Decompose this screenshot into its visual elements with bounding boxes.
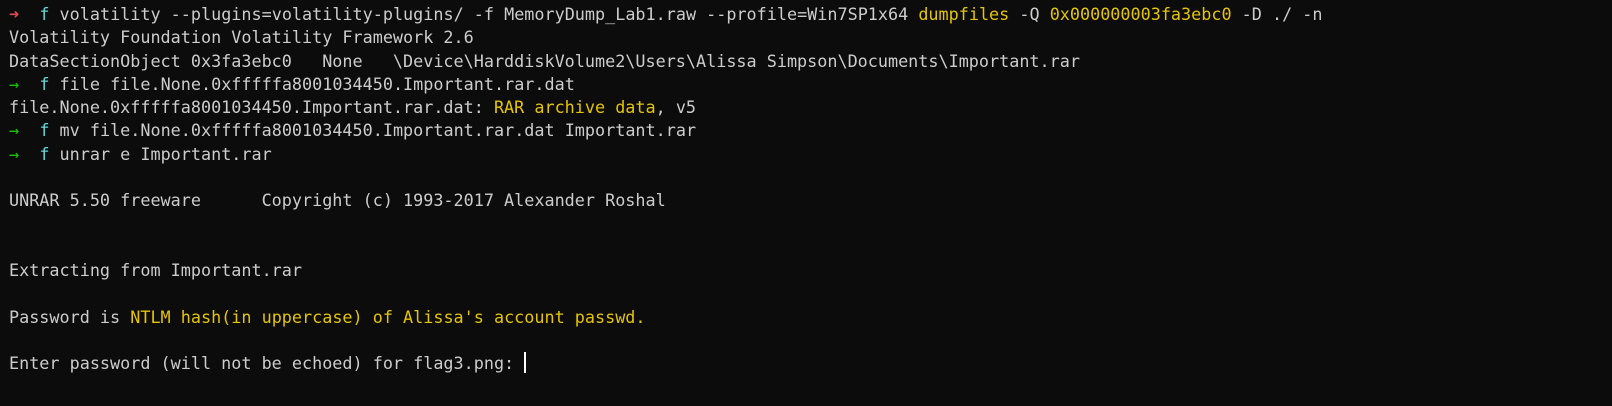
output-text: DataSectionObject 0x3fa3ebc0 None \Devic…	[9, 50, 1080, 71]
output-text: file.None.0xfffffa8001034450.Important.r…	[9, 97, 494, 118]
output-line: file.None.0xfffffa8001034450.Important.r…	[9, 96, 1604, 119]
output-line: UNRAR 5.50 freeware Copyright (c) 1993-2…	[9, 189, 1604, 212]
terminal-window[interactable]: ➜ f volatility --plugins=volatility-plug…	[0, 0, 1612, 406]
command-line: → f mv file.None.0xfffffa8001034450.Impo…	[9, 119, 1604, 142]
prompt-directory: f	[39, 143, 50, 164]
password-prompt-line: Enter password (will not be echoed) for …	[9, 352, 1604, 375]
output-text: NTLM hash(in uppercase) of Alissa's acco…	[130, 306, 646, 327]
prompt-directory: f	[39, 73, 50, 94]
output-text: Extracting from Important.rar	[9, 260, 302, 281]
text-cursor[interactable]	[524, 352, 527, 374]
output-line: DataSectionObject 0x3fa3ebc0 None \Devic…	[9, 50, 1604, 73]
command-text: 0x000000003fa3ebc0	[1049, 4, 1232, 24]
command-text: -Q	[1009, 4, 1050, 24]
prompt-directory: f	[39, 120, 50, 141]
prompt-arrow-error-icon: ➜	[9, 4, 20, 24]
output-text: UNRAR 5.50 freeware Copyright (c) 1993-2…	[9, 190, 666, 211]
command-text: volatility --plugins=volatility-plugins/…	[59, 4, 919, 24]
output-line: Extracting from Important.rar	[9, 259, 1604, 282]
prompt-arrow-icon: →	[9, 73, 20, 94]
output-text: , v5	[655, 97, 697, 118]
command-text: mv file.None.0xfffffa8001034450.Importan…	[59, 120, 697, 141]
prompt-arrow-icon: →	[9, 143, 20, 164]
prompt-arrow-icon: →	[9, 120, 20, 141]
prompt-text: Enter password (will not be echoed) for …	[9, 353, 525, 374]
output-line: Password is NTLM hash(in uppercase) of A…	[9, 306, 1604, 329]
command-line: → f file file.None.0xfffffa8001034450.Im…	[9, 73, 1604, 96]
command-text: -D ./ -n	[1231, 4, 1323, 24]
command-line: ➜ f volatility --plugins=volatility-plug…	[9, 3, 1604, 26]
output-text: Volatility Foundation Volatility Framewo…	[9, 27, 474, 48]
prompt-directory: f	[39, 4, 50, 24]
command-line: → f unrar e Important.rar	[9, 143, 1604, 166]
output-text: Password is	[9, 306, 131, 327]
command-text: dumpfiles	[918, 4, 1010, 24]
command-text: file file.None.0xfffffa8001034450.Import…	[59, 73, 575, 94]
command-text: unrar e Important.rar	[59, 143, 272, 164]
output-text: RAR archive data	[493, 97, 656, 118]
output-line: Volatility Foundation Volatility Framewo…	[9, 26, 1604, 49]
